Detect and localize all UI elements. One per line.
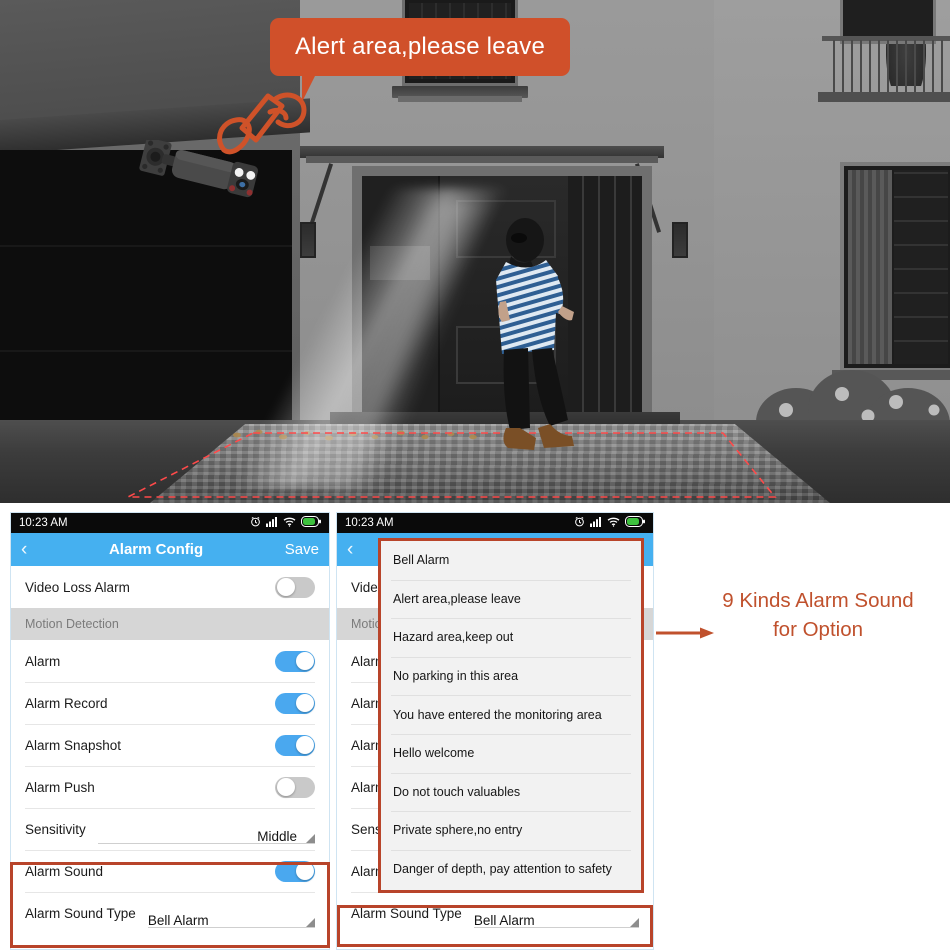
dropdown-option[interactable]: You have entered the monitoring area — [381, 695, 641, 734]
toggle-alarm[interactable] — [275, 650, 315, 672]
dropdown-option[interactable]: Alert area,please leave — [381, 579, 641, 619]
row-label: Alarm Snapshot — [25, 737, 122, 753]
door-canopy-edge — [306, 156, 658, 163]
row-video-loss-alarm[interactable]: Video Loss Alarm — [11, 566, 329, 608]
back-button[interactable]: ‹ — [21, 540, 27, 559]
sensitivity-select[interactable]: Middle — [97, 814, 316, 844]
alarm-clock-icon — [574, 516, 585, 530]
speech-bubble-text: Alert area,please leave — [294, 33, 546, 60]
dropdown-option[interactable]: Do not touch valuables — [381, 772, 641, 812]
page-root: Alert area,please leave 10:23 AM ‹ Alarm… — [0, 0, 950, 950]
annotation-line-1: 9 Kinds Alarm Sound — [722, 589, 914, 612]
dropdown-option[interactable]: Private sphere,no entry — [381, 811, 641, 850]
battery-icon — [301, 516, 321, 530]
save-button[interactable]: Save — [285, 541, 319, 558]
toggle-video-loss-alarm[interactable] — [275, 576, 315, 598]
speech-bubble: Alert area,please leave — [270, 18, 570, 76]
signal-icon — [266, 516, 278, 530]
sensitivity-value: Middle — [257, 829, 297, 844]
toggle-alarm-push[interactable] — [275, 776, 315, 798]
row-label: Alarm Record — [25, 695, 108, 711]
balcony-sill — [818, 92, 950, 102]
row-sensitivity[interactable]: Sensitivity Middle — [11, 808, 329, 850]
window-sill-lower — [398, 96, 522, 102]
back-button[interactable]: ‹ — [347, 540, 353, 559]
nav-bar-1: ‹ Alarm Config Save — [11, 533, 329, 566]
highlight-box-alarm-sound-type — [337, 905, 653, 947]
door-sidelight-left — [362, 176, 438, 421]
dropdown-option[interactable]: Bell Alarm — [381, 541, 641, 580]
status-bar-1: 10:23 AM — [11, 513, 329, 533]
row-label: Alarm — [25, 653, 61, 669]
toggle-alarm-snapshot[interactable] — [275, 734, 315, 756]
intruder-figure — [470, 218, 590, 478]
annotation-text: 9 Kinds Alarm Sound for Option — [686, 586, 950, 644]
section-label: Motion Detection — [25, 617, 119, 631]
row-label: Video Loss Alarm — [25, 579, 130, 595]
battery-icon — [625, 516, 645, 530]
balcony-railing — [826, 40, 950, 94]
signal-icon — [590, 516, 602, 530]
dropdown-option[interactable]: Hazard area,keep out — [381, 618, 641, 657]
wall-lamp-left — [300, 222, 316, 258]
wall-lamp-right — [672, 222, 688, 258]
megaphone-icon — [212, 88, 308, 160]
row-alarm-push[interactable]: Alarm Push — [11, 766, 329, 808]
status-bar-2: 10:23 AM — [337, 513, 653, 533]
dropdown-option[interactable]: Danger of depth, pay attention to safety — [381, 849, 641, 889]
alarm-sound-dropdown[interactable]: Bell Alarm Alert area,please leave Hazar… — [378, 538, 644, 893]
row-alarm-snapshot[interactable]: Alarm Snapshot — [11, 724, 329, 766]
row-alarm[interactable]: Alarm — [11, 640, 329, 682]
status-time-2: 10:23 AM — [345, 517, 394, 529]
wifi-icon — [283, 516, 296, 530]
chevron-corner-icon — [306, 834, 315, 843]
row-label: Alarm Push — [25, 779, 95, 795]
status-time-1: 10:23 AM — [19, 517, 68, 529]
page-title: Alarm Config — [108, 541, 204, 558]
section-motion-detection: Motion Detection — [11, 608, 329, 640]
highlight-box-alarm-sound — [10, 862, 330, 948]
dropdown-option[interactable]: No parking in this area — [381, 656, 641, 696]
hero-photo: Alert area,please leave — [0, 0, 950, 503]
row-label: Sensitivity — [25, 821, 86, 837]
dropdown-option[interactable]: Hello welcome — [381, 733, 641, 773]
alarm-clock-icon — [250, 516, 261, 530]
row-alarm-record[interactable]: Alarm Record — [11, 682, 329, 724]
toggle-alarm-record[interactable] — [275, 692, 315, 714]
wifi-icon — [607, 516, 620, 530]
annotation-line-2: for Option — [772, 618, 864, 642]
